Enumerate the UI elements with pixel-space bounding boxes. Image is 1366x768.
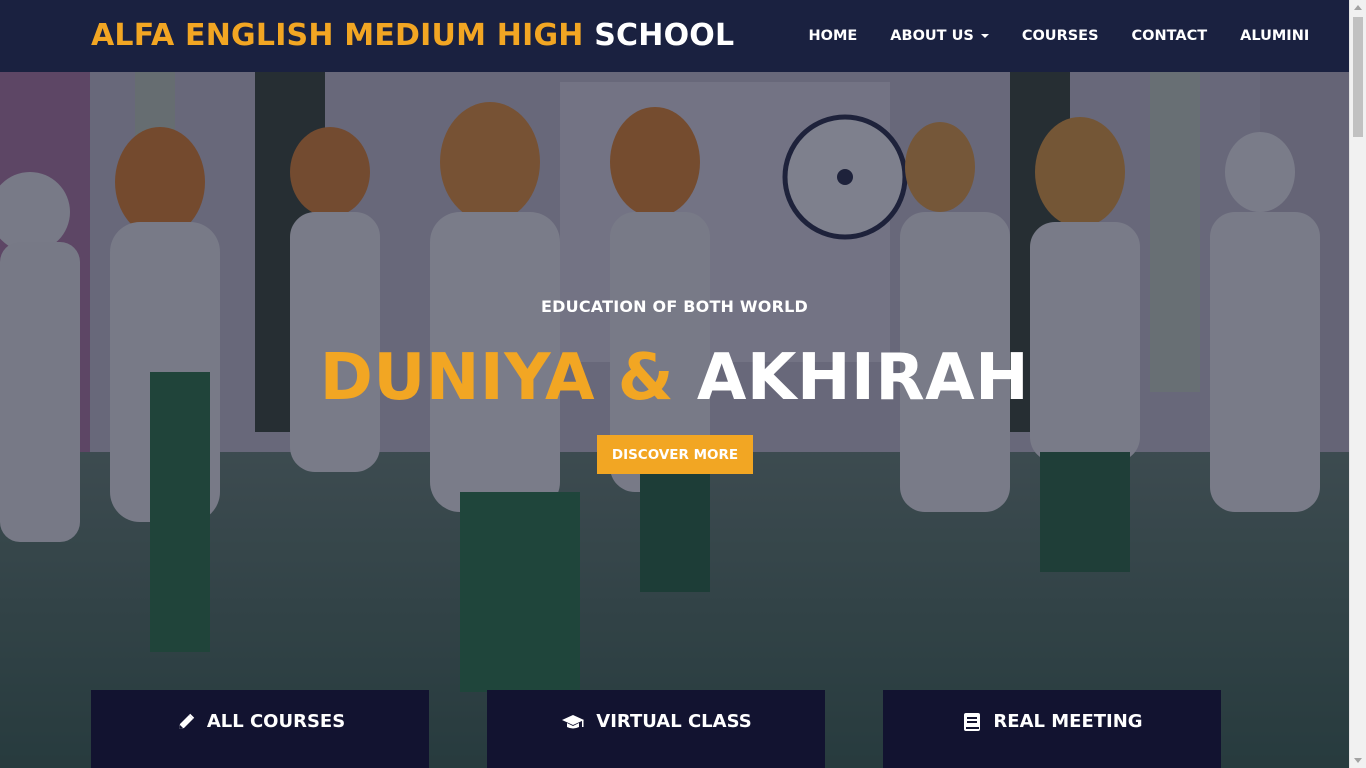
nav-link-alumini[interactable]: ALUMINI [1224,28,1326,44]
brand-accent-text: ALFA ENGLISH MEDIUM HIGH [91,18,584,53]
nav-link-home[interactable]: HOME [792,28,874,44]
scroll-down-arrow-icon[interactable] [1354,758,1362,763]
hero-title-akhirah: AKHIRAH [696,341,1030,415]
nav-link-about-us-label: ABOUT US [890,28,974,44]
feature-label-real-meeting: REAL MEETING [993,711,1143,732]
book-icon [961,711,983,733]
nav-item-contact: CONTACT [1115,0,1224,72]
hero-dark-overlay [0,72,1349,768]
pencil-icon [175,711,197,733]
nav-link-contact[interactable]: CONTACT [1115,28,1224,44]
nav-link-about-us[interactable]: ABOUT US [874,28,1006,44]
discover-more-button[interactable]: DISCOVER MORE [597,435,753,474]
feature-label-all-courses: ALL COURSES [206,711,346,732]
nav-item-courses: COURSES [1005,0,1115,72]
feature-label-virtual-class: VIRTUAL CLASS [596,711,752,732]
nav-item-about: ABOUT US [874,0,1006,72]
page-scrollbar[interactable] [1349,0,1366,768]
nav-item-alumini: ALUMINI [1224,0,1326,72]
hero-title-duniya: DUNIYA [319,341,595,415]
nav-link-courses[interactable]: COURSES [1005,28,1115,44]
hero-title-ampersand: & [617,341,675,415]
scroll-up-arrow-icon[interactable] [1354,5,1362,10]
graduation-cap-icon [560,711,586,733]
feature-card-real-meeting[interactable]: REAL MEETING [883,690,1221,768]
nav-item-home: HOME [792,0,874,72]
brand-logo[interactable]: ALFA ENGLISH MEDIUM HIGH SCHOOL [91,16,734,56]
hero-title: DUNIYA & AKHIRAH [0,340,1349,416]
nav-menu: HOME ABOUT US COURSES CONTACT ALUMINI [792,0,1326,72]
hero-section: EDUCATION OF BOTH WORLD DUNIYA & AKHIRAH… [0,72,1349,768]
hero-subtitle: EDUCATION OF BOTH WORLD [541,297,808,316]
top-navbar: ALFA ENGLISH MEDIUM HIGH SCHOOL HOME ABO… [0,0,1349,72]
feature-card-all-courses[interactable]: ALL COURSES [91,690,429,768]
caret-down-icon [980,34,989,38]
feature-card-virtual-class[interactable]: VIRTUAL CLASS [487,690,825,768]
scrollbar-thumb[interactable] [1353,17,1363,137]
brand-rest-text: SCHOOL [594,18,735,53]
